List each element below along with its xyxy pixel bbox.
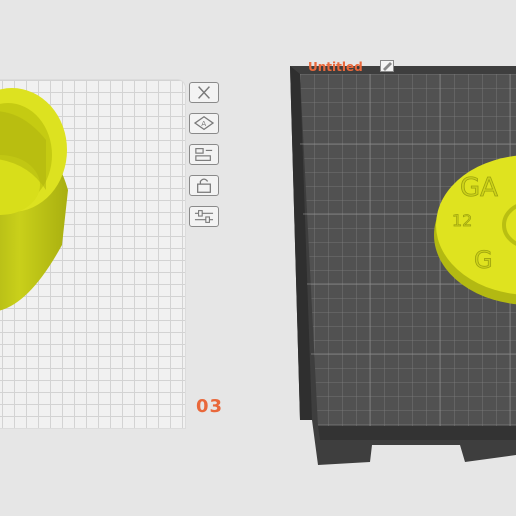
yellow-disc-model[interactable]: GA 12 G [0,0,516,516]
disc-text-ga: GA [460,173,498,203]
viewport-3d[interactable]: A 03 GA 12 G Untitled [0,0,516,516]
disc-text-12: 12 [452,211,472,230]
design-title[interactable]: Untitled [308,60,363,74]
disc-text-g: G [474,246,493,274]
pencil-icon[interactable] [380,60,394,72]
